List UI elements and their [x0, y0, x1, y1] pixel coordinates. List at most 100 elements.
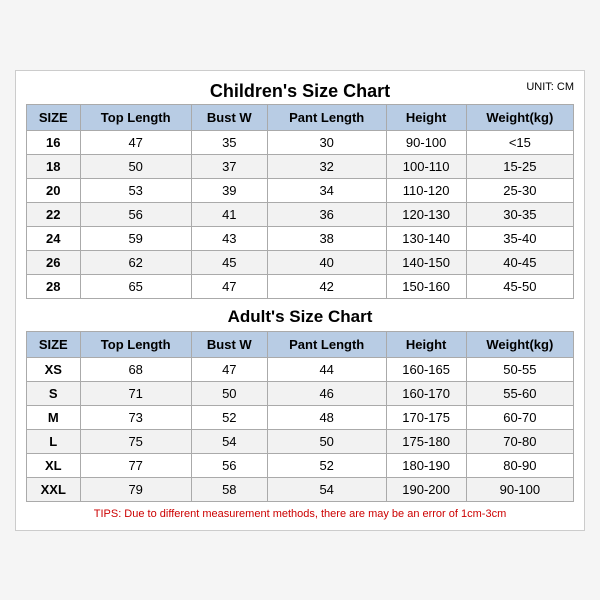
data-cell: 56 — [191, 453, 267, 477]
data-cell: 110-120 — [386, 178, 466, 202]
children-title: Children's Size Chart UNIT: CM — [26, 81, 574, 102]
data-cell: 25-30 — [466, 178, 573, 202]
adult-title-text: Adult's Size Chart — [228, 307, 373, 326]
table-row: M735248170-17560-70 — [27, 405, 574, 429]
data-cell: 47 — [80, 130, 191, 154]
adult-table: SIZE Top Length Bust W Pant Length Heigh… — [26, 331, 574, 502]
children-header-row: SIZE Top Length Bust W Pant Length Heigh… — [27, 104, 574, 130]
size-cell: L — [27, 429, 81, 453]
data-cell: 90-100 — [386, 130, 466, 154]
chart-container: Children's Size Chart UNIT: CM SIZE Top … — [15, 70, 585, 531]
size-cell: 22 — [27, 202, 81, 226]
data-cell: 71 — [80, 381, 191, 405]
table-row: XS684744160-16550-55 — [27, 357, 574, 381]
data-cell: 40 — [267, 250, 386, 274]
data-cell: 90-100 — [466, 477, 573, 501]
data-cell: 60-70 — [466, 405, 573, 429]
data-cell: 68 — [80, 357, 191, 381]
col-weight: Weight(kg) — [466, 104, 573, 130]
data-cell: 30-35 — [466, 202, 573, 226]
data-cell: 59 — [80, 226, 191, 250]
unit-label: UNIT: CM — [526, 81, 574, 93]
data-cell: 53 — [80, 178, 191, 202]
data-cell: 180-190 — [386, 453, 466, 477]
data-cell: 70-80 — [466, 429, 573, 453]
data-cell: 52 — [267, 453, 386, 477]
data-cell: 47 — [191, 274, 267, 298]
data-cell: 39 — [191, 178, 267, 202]
col-bust-w-adult: Bust W — [191, 331, 267, 357]
data-cell: 77 — [80, 453, 191, 477]
data-cell: 65 — [80, 274, 191, 298]
data-cell: 100-110 — [386, 154, 466, 178]
table-row: 1647353090-100<15 — [27, 130, 574, 154]
table-row: XXL795854190-20090-100 — [27, 477, 574, 501]
data-cell: 55-60 — [466, 381, 573, 405]
data-cell: 34 — [267, 178, 386, 202]
col-top-length: Top Length — [80, 104, 191, 130]
data-cell: 52 — [191, 405, 267, 429]
data-cell: 41 — [191, 202, 267, 226]
data-cell: 50 — [80, 154, 191, 178]
data-cell: 15-25 — [466, 154, 573, 178]
data-cell: 140-150 — [386, 250, 466, 274]
col-height-adult: Height — [386, 331, 466, 357]
data-cell: 150-160 — [386, 274, 466, 298]
size-cell: 28 — [27, 274, 81, 298]
table-row: 28654742150-16045-50 — [27, 274, 574, 298]
size-cell: 18 — [27, 154, 81, 178]
data-cell: 42 — [267, 274, 386, 298]
col-size-adult: SIZE — [27, 331, 81, 357]
size-cell: 20 — [27, 178, 81, 202]
data-cell: 130-140 — [386, 226, 466, 250]
col-height: Height — [386, 104, 466, 130]
data-cell: 160-165 — [386, 357, 466, 381]
data-cell: 56 — [80, 202, 191, 226]
col-weight-adult: Weight(kg) — [466, 331, 573, 357]
data-cell: 75 — [80, 429, 191, 453]
size-cell: S — [27, 381, 81, 405]
data-cell: 80-90 — [466, 453, 573, 477]
adult-title: Adult's Size Chart — [26, 299, 574, 331]
table-row: S715046160-17055-60 — [27, 381, 574, 405]
tips-text: TIPS: Due to different measurement metho… — [26, 508, 574, 520]
size-cell: 16 — [27, 130, 81, 154]
data-cell: 170-175 — [386, 405, 466, 429]
size-cell: XXL — [27, 477, 81, 501]
table-row: 24594338130-14035-40 — [27, 226, 574, 250]
data-cell: 54 — [267, 477, 386, 501]
size-cell: XS — [27, 357, 81, 381]
data-cell: 190-200 — [386, 477, 466, 501]
data-cell: 50 — [267, 429, 386, 453]
data-cell: 35-40 — [466, 226, 573, 250]
col-pant-length: Pant Length — [267, 104, 386, 130]
data-cell: <15 — [466, 130, 573, 154]
children-title-text: Children's Size Chart — [210, 81, 390, 101]
children-table: SIZE Top Length Bust W Pant Length Heigh… — [26, 104, 574, 299]
data-cell: 43 — [191, 226, 267, 250]
table-row: 22564136120-13030-35 — [27, 202, 574, 226]
data-cell: 48 — [267, 405, 386, 429]
table-row: 18503732100-11015-25 — [27, 154, 574, 178]
data-cell: 37 — [191, 154, 267, 178]
data-cell: 45-50 — [466, 274, 573, 298]
table-row: 20533934110-12025-30 — [27, 178, 574, 202]
data-cell: 36 — [267, 202, 386, 226]
data-cell: 44 — [267, 357, 386, 381]
data-cell: 45 — [191, 250, 267, 274]
col-size: SIZE — [27, 104, 81, 130]
data-cell: 175-180 — [386, 429, 466, 453]
data-cell: 35 — [191, 130, 267, 154]
data-cell: 54 — [191, 429, 267, 453]
data-cell: 38 — [267, 226, 386, 250]
table-row: 26624540140-15040-45 — [27, 250, 574, 274]
data-cell: 120-130 — [386, 202, 466, 226]
table-row: L755450175-18070-80 — [27, 429, 574, 453]
table-row: XL775652180-19080-90 — [27, 453, 574, 477]
size-cell: 26 — [27, 250, 81, 274]
data-cell: 32 — [267, 154, 386, 178]
data-cell: 160-170 — [386, 381, 466, 405]
col-bust-w: Bust W — [191, 104, 267, 130]
size-cell: 24 — [27, 226, 81, 250]
data-cell: 46 — [267, 381, 386, 405]
